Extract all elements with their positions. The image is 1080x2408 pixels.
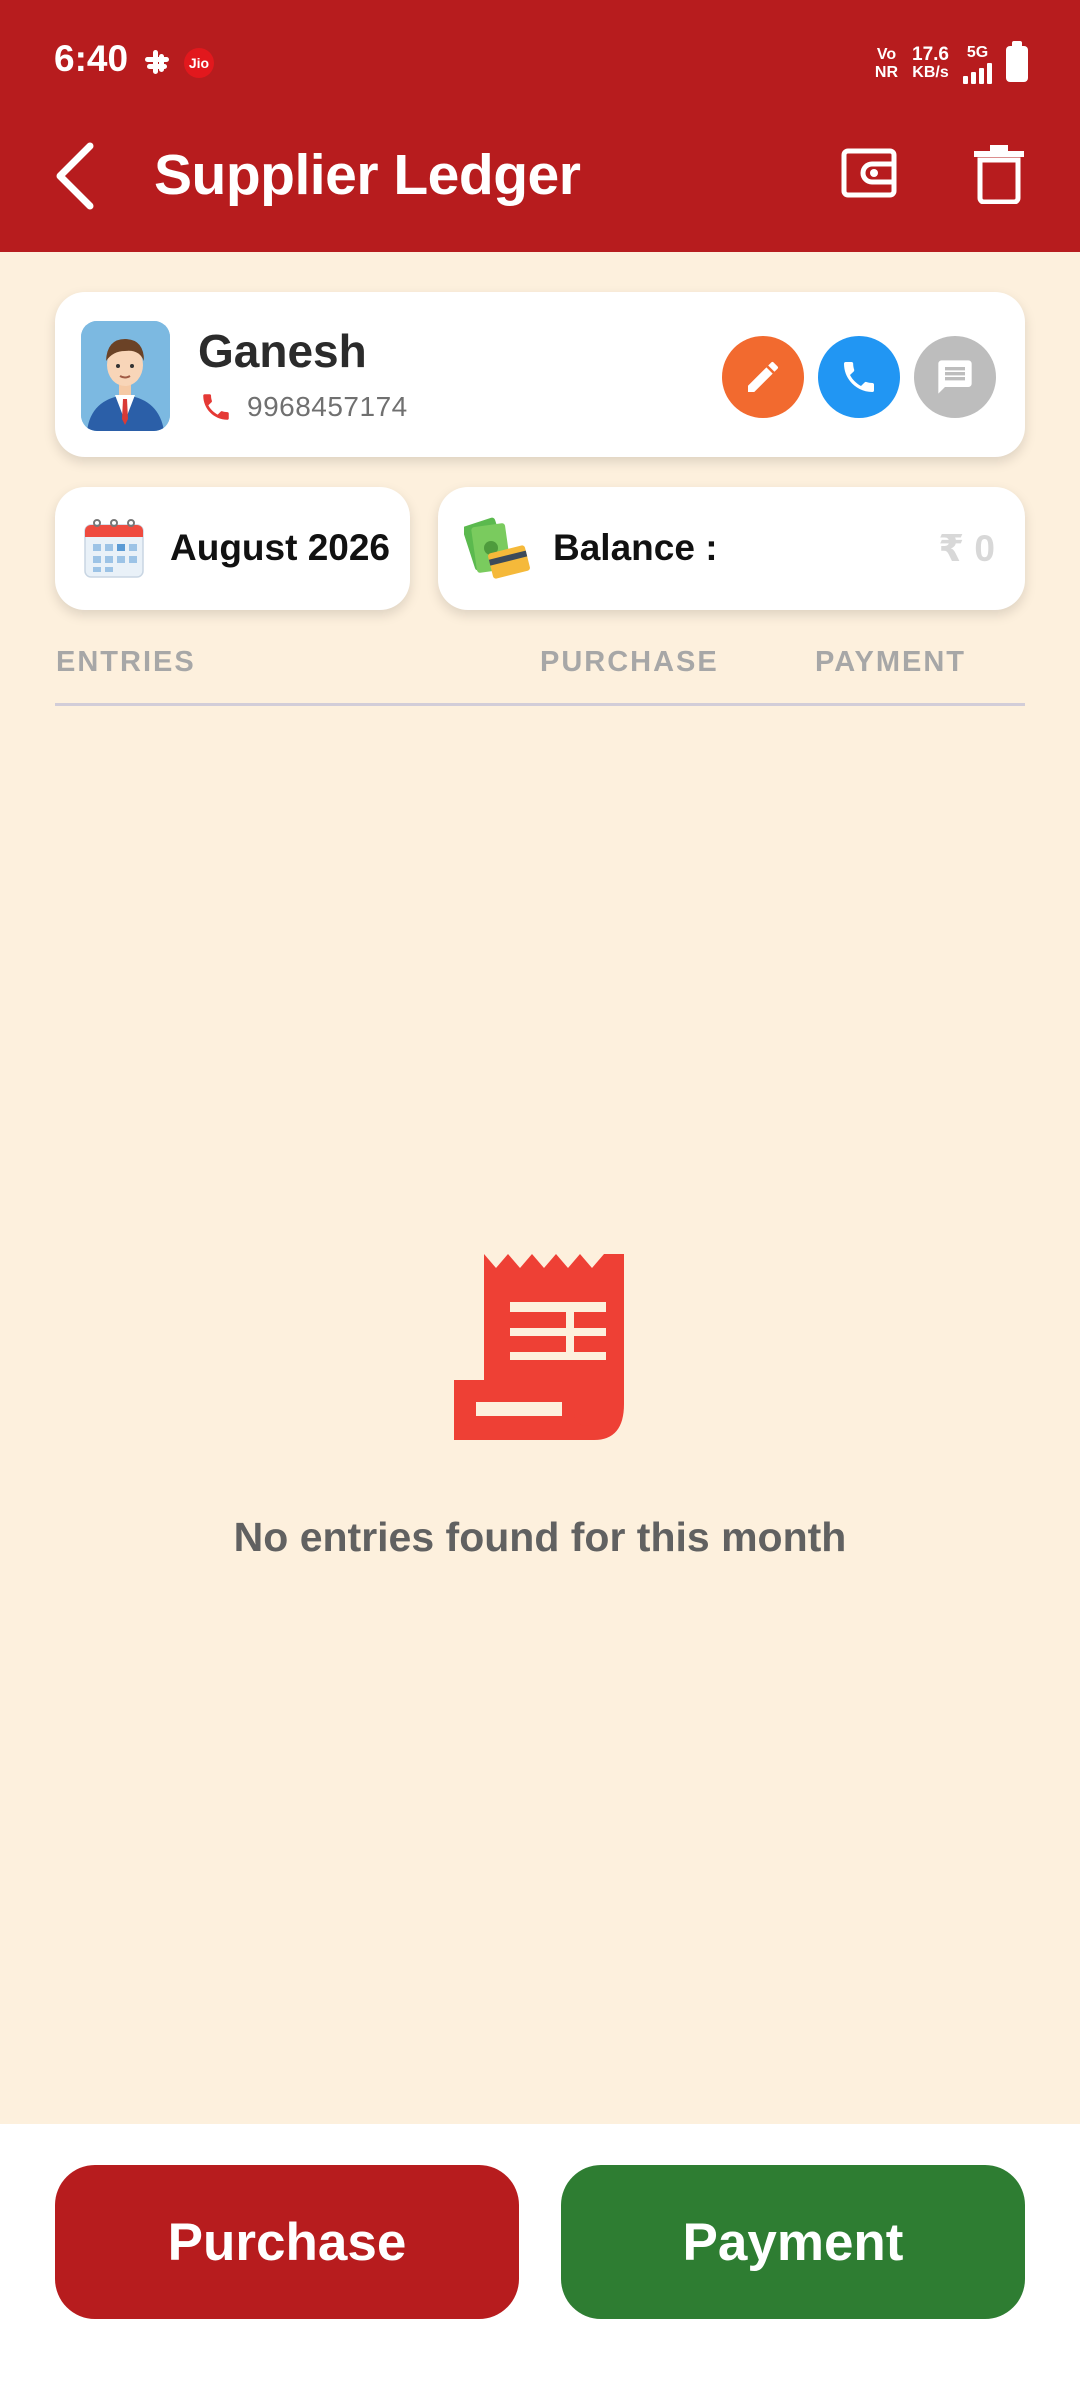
selected-month: August 2026 [170,527,391,568]
wallet-icon [841,148,897,198]
slack-icon [145,50,169,74]
status-time: 6:40 [54,38,129,79]
header-divider [55,703,1025,706]
chevron-left-icon [56,142,94,210]
battery-icon [1006,41,1028,82]
phone-icon [203,394,229,420]
speed-value: 17.6 [912,44,949,65]
network-type: 5G [963,44,992,84]
bottom-action-bar: Purchase Payment [0,2124,1080,2408]
balance-value: ₹ 0 [938,528,995,569]
balance-label: Balance : [553,527,718,568]
balance-card: Balance : ₹ 0 [438,487,1025,610]
volte-indicator: Vo NR [875,46,898,82]
pencil-icon [748,361,778,392]
status-indicators: Vo NR 17.6 KB/s 5G [875,41,1028,86]
call-supplier-button[interactable] [818,336,900,418]
purchase-button[interactable]: Purchase [55,2165,519,2319]
month-selector[interactable]: August 2026 [55,487,410,610]
supplier-ledger-screen: 6:40 Jio Vo NR 17.6 KB/s 5G Supplier Led… [0,0,1080,2408]
phone-number: 9968457174 [247,391,408,422]
app-header: 6:40 Jio Vo NR 17.6 KB/s 5G Supplier Led… [0,0,1080,252]
jio-badge: Jio [184,48,214,78]
supplier-card: Ganesh 9968457174 [55,292,1025,457]
speed-unit: KB/s [912,64,949,81]
wallet-button[interactable] [838,142,900,204]
money-icon [464,517,530,579]
supplier-name: Ganesh [198,325,367,377]
supplier-phone: 9968457174 [199,390,408,424]
delete-button[interactable] [968,142,1030,204]
back-button[interactable] [46,138,106,214]
vo-label: Vo [876,46,897,63]
message-supplier-button[interactable] [914,336,996,418]
signal-icon [963,62,992,84]
nr-label: NR [874,64,899,81]
trash-icon [974,145,1024,204]
receipt-icon [454,1254,624,1440]
column-header-payment: PAYMENT [815,646,966,678]
phone-icon [844,362,874,392]
payment-button[interactable]: Payment [561,2165,1025,2319]
column-header-entries: ENTRIES [56,646,196,678]
edit-supplier-button[interactable] [722,336,804,418]
page-title: Supplier Ledger [154,143,581,207]
network-label: 5G [966,44,989,61]
message-icon [938,360,972,394]
network-speed: 17.6 KB/s [912,44,949,82]
calendar-icon [84,519,144,578]
avatar [81,321,170,431]
column-header-purchase: PURCHASE [540,646,719,678]
empty-state-message: No entries found for this month [233,1514,847,1560]
